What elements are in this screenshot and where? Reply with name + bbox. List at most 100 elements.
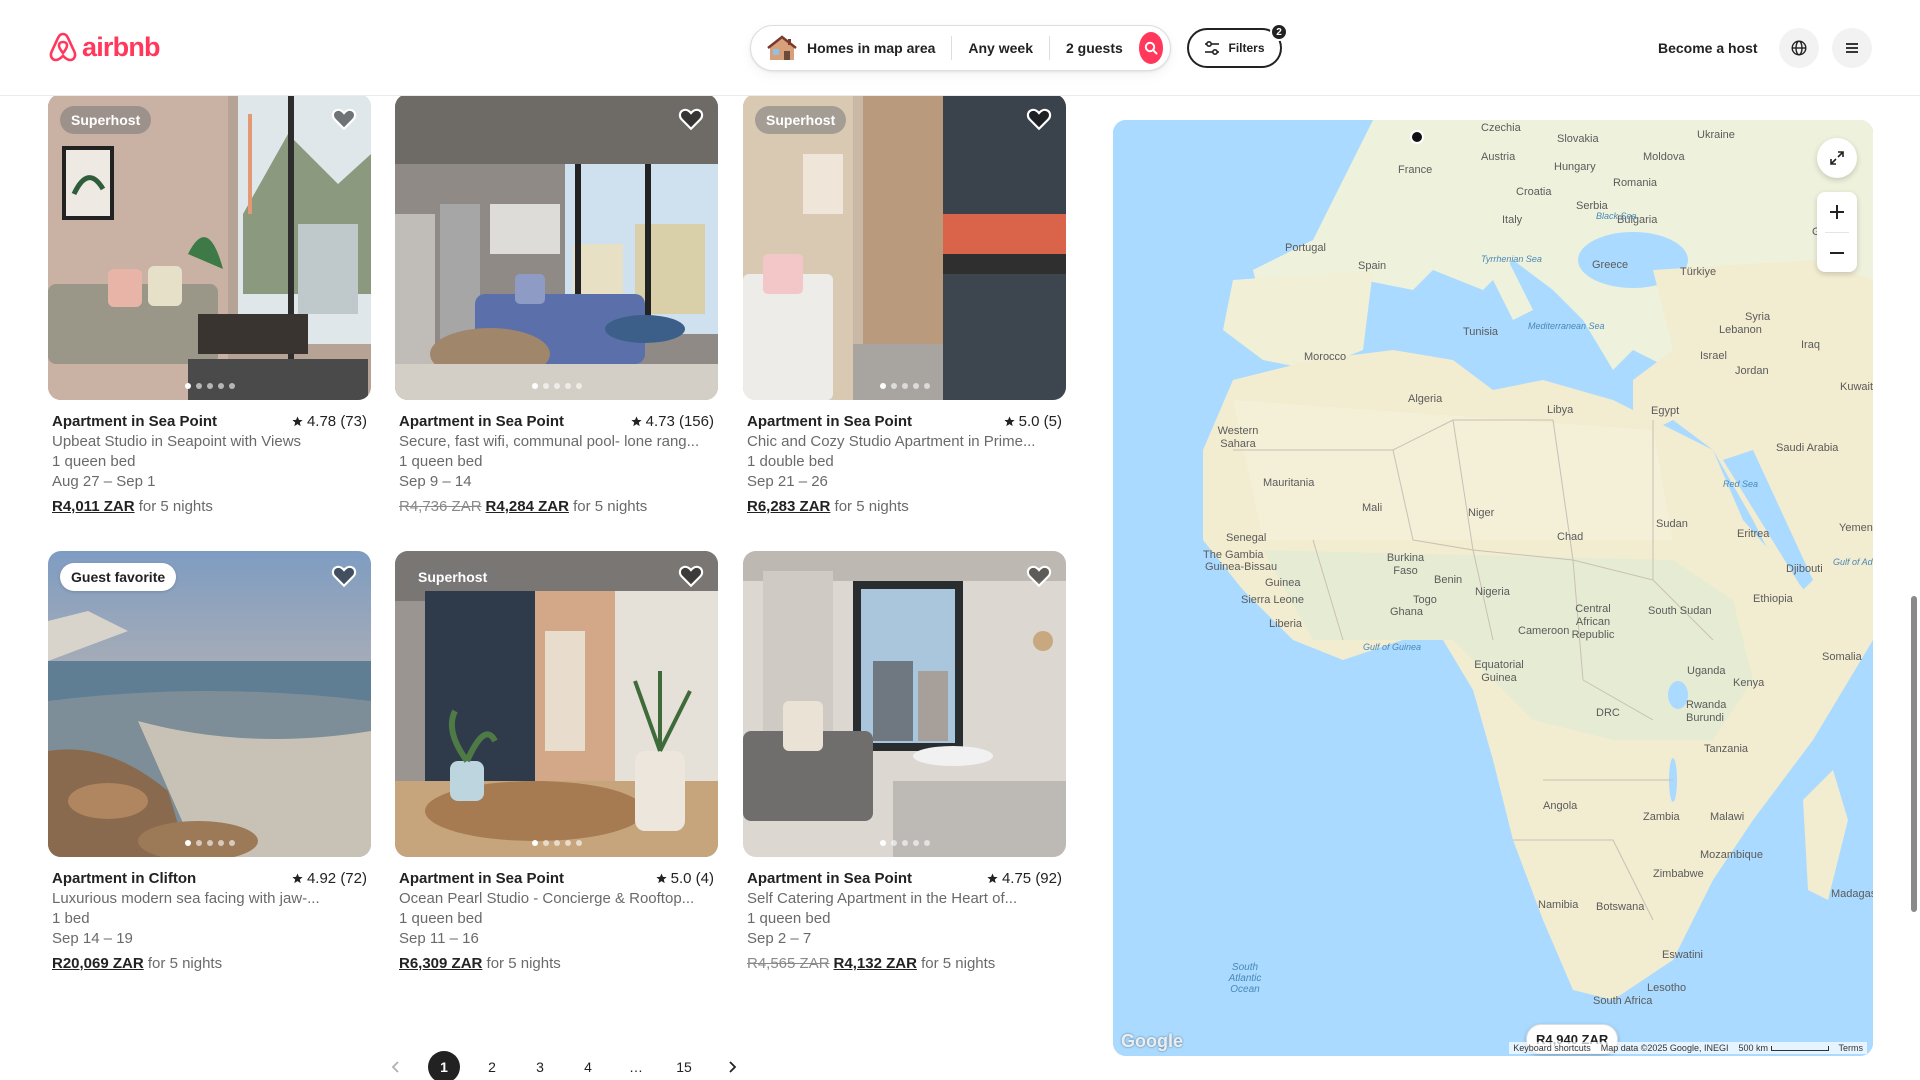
listing-badge: Superhost: [407, 563, 499, 591]
star-icon: [987, 873, 998, 884]
map-label-romania: Romania: [1613, 177, 1658, 189]
listing-card[interactable]: Apartment in Sea Point 4.73 (156) Secure…: [395, 96, 718, 515]
price-nights: for 5 nights: [138, 498, 213, 515]
page-button-1[interactable]: 1: [428, 1051, 460, 1080]
map-label-black-sea: Black Sea: [1596, 211, 1637, 221]
map-label-mediterranean-sea: Mediterranean Sea: [1528, 321, 1605, 331]
map-label-egypt: Egypt: [1651, 405, 1680, 417]
map-location-marker[interactable]: [1410, 130, 1424, 144]
heart-icon[interactable]: [331, 106, 357, 132]
map-label-burundi: Burundi: [1686, 712, 1724, 724]
carousel-dots: [879, 840, 930, 846]
location-segment[interactable]: Homes in map area: [767, 35, 951, 60]
map-fullscreen-button[interactable]: [1817, 138, 1857, 178]
listing-rating: 4.75 (92): [987, 870, 1062, 887]
main-menu-button[interactable]: [1832, 28, 1872, 68]
listing-photo-image: [48, 96, 371, 400]
rating-value: 4.75 (92): [1001, 870, 1062, 887]
heart-icon[interactable]: [678, 106, 704, 132]
heart-icon[interactable]: [678, 563, 704, 589]
become-host-link[interactable]: Become a host: [1644, 34, 1772, 62]
filters-button[interactable]: Filters 2: [1187, 23, 1288, 68]
airbnb-logo[interactable]: airbnb: [48, 31, 161, 63]
listing-price[interactable]: R4,736 ZAR R4,284 ZAR for 5 nights: [395, 498, 718, 515]
language-button[interactable]: [1779, 28, 1819, 68]
listing-rating: 4.92 (72): [292, 870, 367, 887]
listing-card[interactable]: Superhost Apartment in Sea Point 5.0 (5)…: [743, 96, 1066, 515]
page-scrollbar[interactable]: [1911, 596, 1917, 912]
hamburger-menu-icon: [1846, 43, 1858, 53]
listing-rating: 5.0 (4): [656, 870, 714, 887]
expand-icon: [1830, 151, 1844, 165]
listing-price[interactable]: R4,011 ZAR for 5 nights: [48, 498, 371, 515]
listing-price[interactable]: R6,309 ZAR for 5 nights: [395, 955, 718, 972]
listing-photo[interactable]: Superhost: [743, 96, 1066, 400]
page-ellipsis: …: [629, 1059, 643, 1075]
map-label-gulf-of-aden: Gulf of Aden: [1833, 557, 1873, 567]
zoom-in-button[interactable]: [1817, 192, 1857, 232]
heart-icon[interactable]: [1026, 106, 1052, 132]
terms-link[interactable]: Terms: [1839, 1043, 1864, 1053]
dates-segment[interactable]: Any week: [951, 36, 1049, 60]
listing-photo[interactable]: [743, 551, 1066, 857]
listing-card[interactable]: Apartment in Sea Point 4.75 (92) Self Ca…: [743, 551, 1066, 972]
listing-photo[interactable]: [395, 96, 718, 400]
page-button-4[interactable]: 4: [572, 1051, 604, 1080]
listing-price[interactable]: R4,565 ZAR R4,132 ZAR for 5 nights: [743, 955, 1066, 972]
airbnb-wordmark: airbnb: [82, 31, 161, 62]
listing-price[interactable]: R20,069 ZAR for 5 nights: [48, 955, 371, 972]
listing-photo[interactable]: Superhost: [395, 551, 718, 857]
zoom-out-button[interactable]: [1817, 233, 1857, 273]
listing-title: Apartment in Sea Point: [52, 413, 218, 430]
price-nights: for 5 nights: [921, 955, 996, 972]
listing-photo[interactable]: Guest favorite: [48, 551, 371, 857]
heart-icon[interactable]: [331, 563, 357, 589]
search-button[interactable]: [1138, 32, 1163, 64]
map-label-angola: Angola: [1543, 800, 1578, 812]
map-label-red-sea: Red Sea: [1723, 479, 1759, 489]
map-label-france: France: [1398, 164, 1433, 176]
page-button-3[interactable]: 3: [524, 1051, 556, 1080]
map-label-mali: Mali: [1362, 502, 1383, 514]
listing-photo[interactable]: Superhost: [48, 96, 371, 400]
keyboard-shortcuts-link[interactable]: Keyboard shortcuts: [1513, 1043, 1591, 1053]
map-label-niger: Niger: [1468, 507, 1495, 519]
location-label: Homes in map area: [807, 40, 936, 56]
map-label-morocco: Morocco: [1304, 351, 1347, 363]
map-label-czechia: Czechia: [1481, 122, 1521, 134]
rating-value: 4.78 (73): [306, 413, 367, 430]
google-logo: Google: [1121, 1031, 1183, 1051]
map-footer: Keyboard shortcuts Map data ©2025 Google…: [1509, 1042, 1867, 1054]
map-label-tyrrhenian-sea: Tyrrhenian Sea: [1481, 254, 1542, 264]
heart-icon[interactable]: [1026, 563, 1052, 589]
listing-photo-image: [395, 551, 718, 857]
star-icon: [630, 416, 642, 427]
map-label-south-africa: South Africa: [1593, 995, 1653, 1007]
price-original: R4,736 ZAR: [399, 498, 482, 515]
map-label-somalia: Somalia: [1822, 651, 1862, 663]
star-icon: [292, 416, 303, 427]
guests-segment[interactable]: 2 guests: [1048, 36, 1139, 60]
map-label-guinea-bissau: Guinea-Bissau: [1205, 561, 1278, 573]
map-scale-label: 500 km: [1738, 1043, 1768, 1053]
map-label-italy: Italy: [1502, 214, 1523, 226]
minus-icon: [1830, 252, 1844, 254]
map-label-sierra-leone: Sierra Leone: [1241, 594, 1304, 606]
search-bar[interactable]: Homes in map area Any week 2 guests: [750, 25, 1171, 71]
next-page-button[interactable]: [716, 1051, 748, 1080]
listing-price[interactable]: R6,283 ZAR for 5 nights: [743, 498, 1066, 515]
page-button-15[interactable]: 15: [668, 1051, 700, 1080]
map[interactable]: Czechia Slovakia Ukraine Austria Hungary…: [1113, 120, 1873, 1056]
listing-beds: 1 bed: [52, 910, 90, 927]
previous-page-button[interactable]: [380, 1051, 412, 1080]
price-amount: R6,309 ZAR: [399, 955, 483, 972]
map-label-libya: Libya: [1547, 404, 1574, 416]
listing-dates: Aug 27 – Sep 1: [52, 473, 156, 490]
listing-card[interactable]: Guest favorite Apartment in Clifton 4.92…: [48, 551, 371, 972]
listing-card[interactable]: Superhost Apartment in Sea Point 4.78 (7…: [48, 96, 371, 515]
map-label-rwanda: Rwanda: [1686, 699, 1727, 711]
page-button-2[interactable]: 2: [476, 1051, 508, 1080]
map-label-uganda: Uganda: [1687, 665, 1726, 677]
listing-photo-image: [743, 96, 1066, 400]
listing-card[interactable]: Superhost Apartment in Sea Point 5.0 (4)…: [395, 551, 718, 972]
